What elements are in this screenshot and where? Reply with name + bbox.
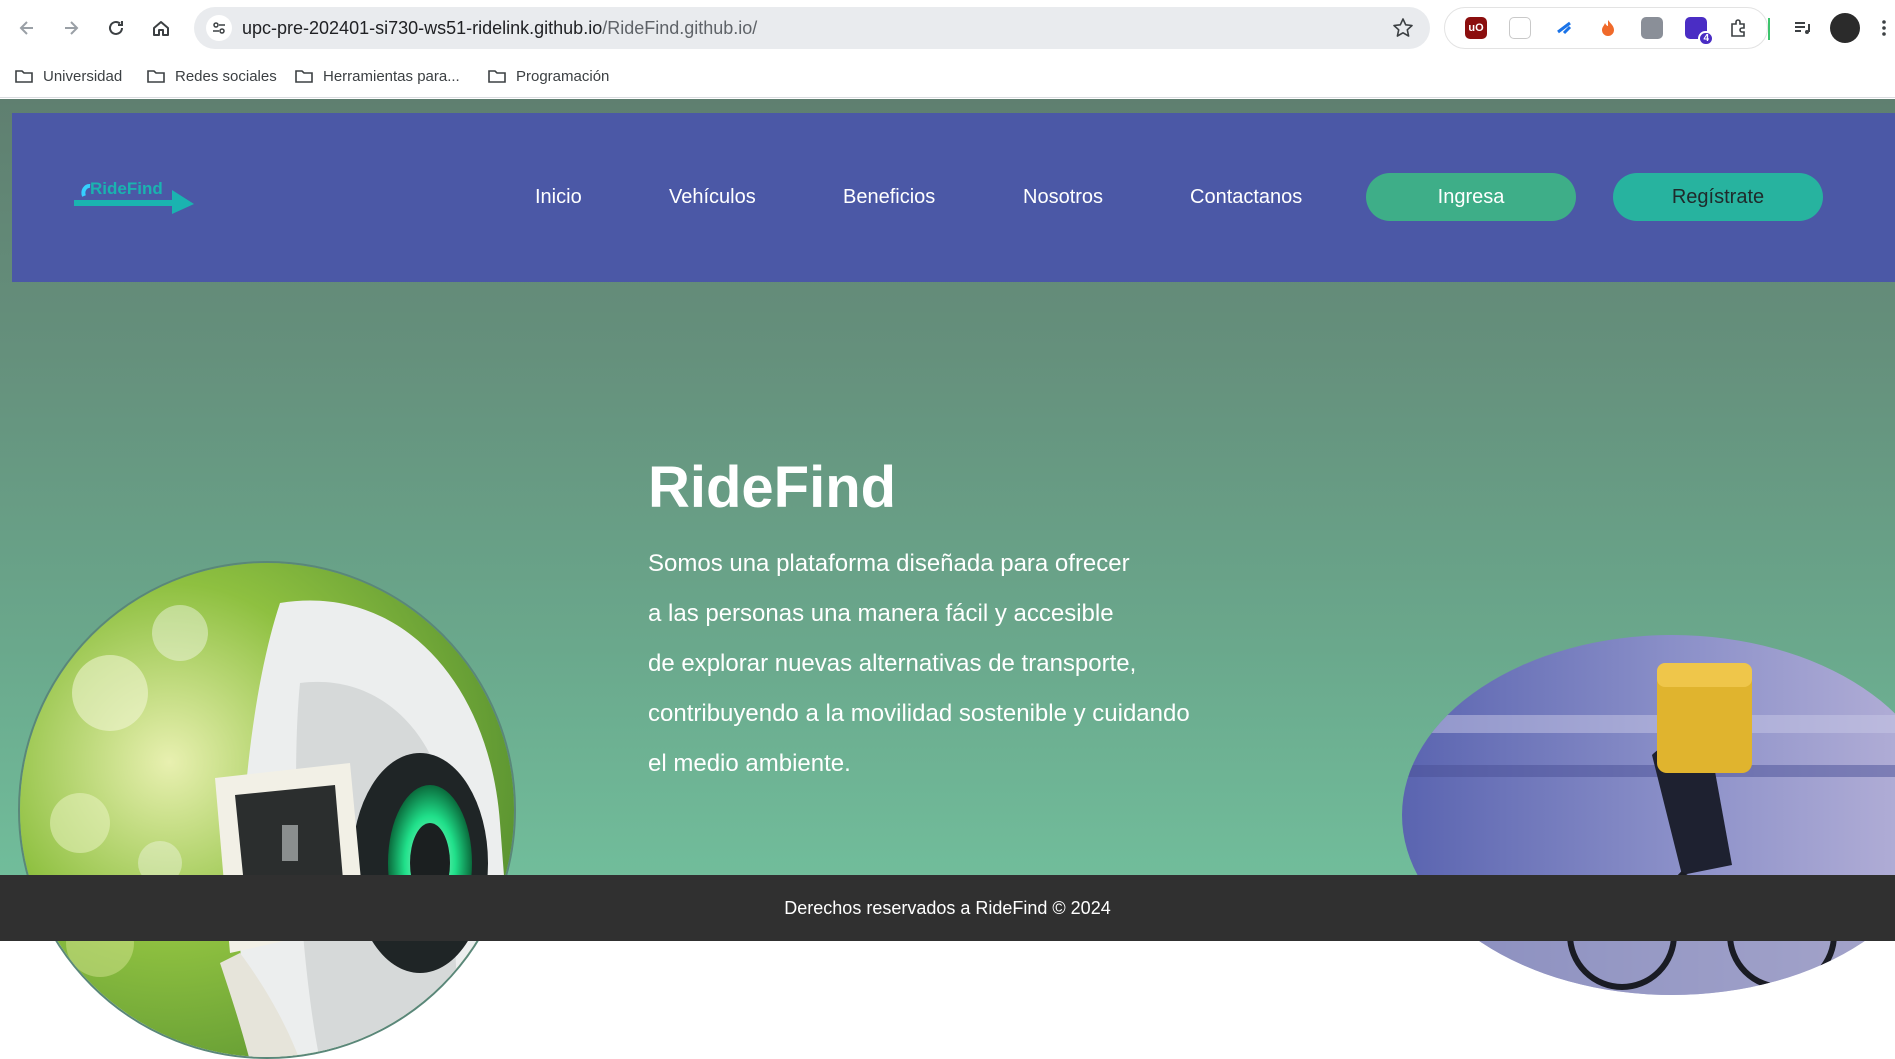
extension-badge-count: 4 bbox=[1698, 31, 1714, 46]
bookmark-star-icon[interactable] bbox=[1392, 17, 1414, 39]
bookmarks-bar: Universidad Redes sociales Herramientas … bbox=[0, 56, 1895, 98]
avatar[interactable] bbox=[1830, 13, 1860, 43]
puzzle-extensions-icon[interactable] bbox=[1727, 17, 1749, 39]
fire-extension-icon[interactable] bbox=[1597, 17, 1619, 39]
hero-description-line: contribuyendo a la movilidad sostenible … bbox=[648, 700, 1190, 727]
bookmark-label: Programación bbox=[516, 67, 610, 85]
back-arrow-icon bbox=[19, 21, 33, 35]
home-button[interactable] bbox=[146, 13, 176, 43]
folder-icon bbox=[295, 70, 313, 83]
page-content: RideFind Inicio Vehículos Beneficios Nos… bbox=[0, 99, 1895, 1059]
folder-icon bbox=[147, 70, 165, 83]
menu-button[interactable] bbox=[1869, 13, 1895, 43]
bookmark-label: Universidad bbox=[43, 67, 123, 85]
hero-description-line: el medio ambiente. bbox=[648, 750, 851, 777]
nav-nosotros[interactable]: Nosotros bbox=[1023, 186, 1103, 209]
hero-description-line: de explorar nuevas alternativas de trans… bbox=[648, 650, 1137, 677]
bookmark-folder-herramientas[interactable]: Herramientas para... bbox=[294, 66, 460, 86]
profile-extension-icon[interactable] bbox=[1641, 17, 1663, 39]
ublock-icon[interactable]: uO bbox=[1465, 17, 1487, 39]
bookmark-label: Redes sociales bbox=[175, 67, 277, 85]
url-path: /RideFind.github.io/ bbox=[602, 17, 758, 38]
nav-inicio[interactable]: Inicio bbox=[535, 186, 582, 209]
playlist-icon bbox=[1795, 22, 1810, 34]
browser-toolbar: upc-pre-202401-si730-ws51-ridelink.githu… bbox=[0, 0, 1895, 56]
delivery-cyclist-image bbox=[1402, 635, 1895, 995]
back-button[interactable] bbox=[12, 13, 42, 43]
hero-description-line: a las personas una manera fácil y accesi… bbox=[648, 600, 1114, 627]
site-info-icon[interactable] bbox=[206, 15, 232, 41]
nav-beneficios[interactable]: Beneficios bbox=[843, 186, 935, 209]
extensions-area: uO 4 bbox=[1444, 7, 1768, 49]
reload-button[interactable] bbox=[101, 13, 131, 43]
kebab-menu-icon bbox=[1882, 20, 1886, 36]
home-icon bbox=[153, 21, 169, 36]
url-host: upc-pre-202401-si730-ws51-ridelink.githu… bbox=[242, 17, 603, 38]
site-footer: Derechos reservados a RideFind © 2024 bbox=[0, 875, 1895, 941]
reload-icon bbox=[109, 20, 123, 35]
folder-icon bbox=[15, 70, 33, 83]
arrow-extension-icon[interactable] bbox=[1553, 17, 1575, 39]
url-text: upc-pre-202401-si730-ws51-ridelink.githu… bbox=[242, 18, 757, 39]
clipboard-extension-icon[interactable] bbox=[1509, 17, 1531, 39]
logo-text: RideFind bbox=[90, 179, 163, 198]
site-header: RideFind Inicio Vehículos Beneficios Nos… bbox=[12, 113, 1895, 282]
signup-button[interactable]: Regístrate bbox=[1613, 173, 1823, 221]
footer-copyright: Derechos reservados a RideFind © 2024 bbox=[784, 897, 1111, 918]
nav-vehiculos[interactable]: Vehículos bbox=[669, 186, 756, 209]
nav-contactanos[interactable]: Contactanos bbox=[1190, 186, 1302, 209]
divider bbox=[1768, 18, 1770, 40]
bookmark-folder-programacion[interactable]: Programación bbox=[487, 66, 609, 86]
forward-arrow-icon bbox=[65, 21, 79, 35]
folder-icon bbox=[488, 70, 506, 83]
login-button[interactable]: Ingresa bbox=[1366, 173, 1576, 221]
ridefind-logo[interactable]: RideFind bbox=[72, 170, 196, 214]
media-control-button[interactable] bbox=[1787, 13, 1817, 43]
bookmark-folder-universidad[interactable]: Universidad bbox=[14, 66, 122, 86]
badge-extension-icon[interactable]: 4 bbox=[1685, 17, 1714, 46]
hero-description-line: Somos una plataforma diseñada para ofrec… bbox=[648, 550, 1130, 577]
forward-button[interactable] bbox=[56, 13, 86, 43]
address-bar[interactable]: upc-pre-202401-si730-ws51-ridelink.githu… bbox=[194, 7, 1430, 49]
bookmark-folder-redes[interactable]: Redes sociales bbox=[146, 66, 277, 86]
ev-charging-image bbox=[18, 561, 516, 1059]
bookmark-label: Herramientas para... bbox=[323, 67, 460, 85]
hero-description: Somos una plataforma diseñada para ofrec… bbox=[648, 539, 1190, 789]
hero-title: RideFind bbox=[648, 455, 897, 520]
